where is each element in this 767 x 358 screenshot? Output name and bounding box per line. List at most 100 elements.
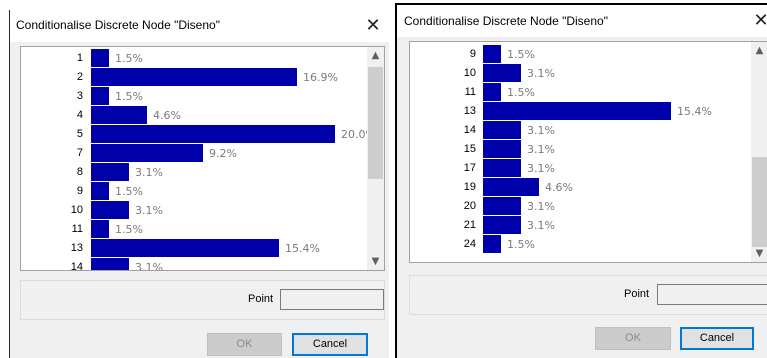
distribution-row[interactable]: 14 3.1% <box>410 121 751 140</box>
scrollbar-thumb[interactable] <box>368 67 383 179</box>
point-label: Point <box>624 288 650 300</box>
probability-bar <box>91 258 129 270</box>
category-label: 4 <box>76 109 83 121</box>
dialog-title: Conditionalise Discrete Node "Diseno" <box>404 14 608 28</box>
probability-bar <box>483 235 501 253</box>
distribution-row[interactable]: 10 3.1% <box>21 201 367 220</box>
distribution-row[interactable]: 4 4.6% <box>21 106 367 125</box>
title-bar[interactable]: Conditionalise Discrete Node "Diseno" ✕ <box>397 5 767 37</box>
distribution-rows: 9 1.5% 10 3.1% 11 1.5% 13 15.4% 14 3.1% 15 3.1% 17 3.… <box>410 42 751 262</box>
percentage-label: 16.9% <box>303 71 338 84</box>
distribution-row[interactable]: 14 3.1% <box>21 258 367 270</box>
category-label: 9 <box>469 48 476 60</box>
category-label: 24 <box>463 238 476 250</box>
category-label: 5 <box>76 128 83 140</box>
category-label: 11 <box>71 223 83 235</box>
category-label: 20 <box>463 200 476 212</box>
vertical-scrollbar[interactable]: ▲ ▼ <box>367 47 384 270</box>
point-group: Point <box>409 275 767 315</box>
category-label: 14 <box>463 124 476 136</box>
point-field[interactable] <box>280 289 384 310</box>
percentage-label: 1.5% <box>115 223 143 236</box>
category-label: 9 <box>76 185 83 197</box>
distribution-row[interactable]: 24 1.5% <box>410 235 751 254</box>
category-label: 17 <box>463 162 476 174</box>
ok-button[interactable]: OK <box>595 327 671 350</box>
probability-bar <box>91 144 203 162</box>
cancel-button[interactable]: Cancel <box>292 333 368 356</box>
percentage-label: 3.1% <box>527 143 555 156</box>
probability-bar <box>483 159 521 177</box>
distribution-row[interactable]: 1 1.5% <box>21 49 367 68</box>
distribution-row[interactable]: 11 1.5% <box>21 220 367 239</box>
distribution-row[interactable]: 13 15.4% <box>21 239 367 258</box>
category-label: 19 <box>463 181 476 193</box>
chevron-down-icon[interactable]: ▼ <box>751 245 767 262</box>
scrollbar-thumb[interactable] <box>752 157 767 247</box>
probability-bar <box>91 201 129 219</box>
probability-bar <box>483 64 521 82</box>
category-label: 2 <box>76 71 83 83</box>
distribution-list[interactable]: 1 1.5% 2 16.9% 3 1.5% 4 4.6% 5 20.0% 7 9.2% 8 3.1% 9 1.… <box>20 46 385 271</box>
percentage-label: 3.1% <box>135 204 163 217</box>
percentage-label: 3.1% <box>527 124 555 137</box>
percentage-label: 3.1% <box>527 200 555 213</box>
ok-button[interactable]: OK <box>207 333 282 356</box>
percentage-label: 1.5% <box>115 90 143 103</box>
category-label: 15 <box>463 143 476 155</box>
distribution-list[interactable]: 9 1.5% 10 3.1% 11 1.5% 13 15.4% 14 3.1% 15 3.1% 17 3.… <box>409 41 767 263</box>
title-bar[interactable]: Conditionalise Discrete Node "Diseno" ✕ <box>10 10 389 42</box>
category-label: 3 <box>76 90 83 102</box>
percentage-label: 15.4% <box>285 242 320 255</box>
distribution-row[interactable]: 3 1.5% <box>21 87 367 106</box>
percentage-label: 1.5% <box>115 185 143 198</box>
chevron-down-icon[interactable]: ▼ <box>367 253 384 270</box>
point-group: Point <box>20 280 385 320</box>
distribution-row[interactable]: 9 1.5% <box>21 182 367 201</box>
probability-bar <box>483 83 501 101</box>
distribution-row[interactable]: 13 15.4% <box>410 102 751 121</box>
category-label: 8 <box>76 166 83 178</box>
point-field[interactable] <box>657 284 767 305</box>
percentage-label: 3.1% <box>527 219 555 232</box>
close-icon[interactable]: ✕ <box>749 9 767 33</box>
distribution-row[interactable]: 10 3.1% <box>410 64 751 83</box>
probability-bar <box>483 178 539 196</box>
distribution-row[interactable]: 2 16.9% <box>21 68 367 87</box>
distribution-row[interactable]: 17 3.1% <box>410 159 751 178</box>
distribution-rows: 1 1.5% 2 16.9% 3 1.5% 4 4.6% 5 20.0% 7 9.2% 8 3.1% 9 1.… <box>21 47 376 270</box>
percentage-label: 1.5% <box>507 48 535 61</box>
distribution-row[interactable]: 21 3.1% <box>410 216 751 235</box>
distribution-row[interactable]: 7 9.2% <box>21 144 367 163</box>
cancel-button[interactable]: Cancel <box>680 327 754 350</box>
distribution-row[interactable]: 8 3.1% <box>21 163 367 182</box>
distribution-row[interactable]: 15 3.1% <box>410 140 751 159</box>
category-label: 11 <box>464 86 476 98</box>
category-label: 21 <box>463 219 476 231</box>
probability-bar <box>91 220 109 238</box>
probability-bar <box>483 102 671 120</box>
category-label: 13 <box>463 105 476 117</box>
probability-bar <box>91 49 109 67</box>
chevron-up-icon[interactable]: ▲ <box>751 42 767 59</box>
distribution-row[interactable]: 19 4.6% <box>410 178 751 197</box>
probability-bar <box>91 239 279 257</box>
probability-bar <box>483 121 521 139</box>
percentage-label: 3.1% <box>527 162 555 175</box>
category-label: 7 <box>76 147 83 159</box>
category-label: 10 <box>70 204 83 216</box>
distribution-row[interactable]: 11 1.5% <box>410 83 751 102</box>
probability-bar <box>91 163 129 181</box>
dialog-title: Conditionalise Discrete Node "Diseno" <box>16 18 220 32</box>
vertical-scrollbar[interactable]: ▲ ▼ <box>751 42 767 262</box>
close-icon[interactable]: ✕ <box>361 14 385 38</box>
distribution-row[interactable]: 5 20.0% <box>21 125 376 144</box>
distribution-row[interactable]: 9 1.5% <box>410 45 751 64</box>
distribution-row[interactable]: 20 3.1% <box>410 197 751 216</box>
probability-bar <box>483 197 521 215</box>
percentage-label: 15.4% <box>677 105 712 118</box>
percentage-label: 1.5% <box>115 52 143 65</box>
chevron-up-icon[interactable]: ▲ <box>367 47 384 64</box>
percentage-label: 1.5% <box>507 238 535 251</box>
percentage-label: 4.6% <box>153 109 181 122</box>
